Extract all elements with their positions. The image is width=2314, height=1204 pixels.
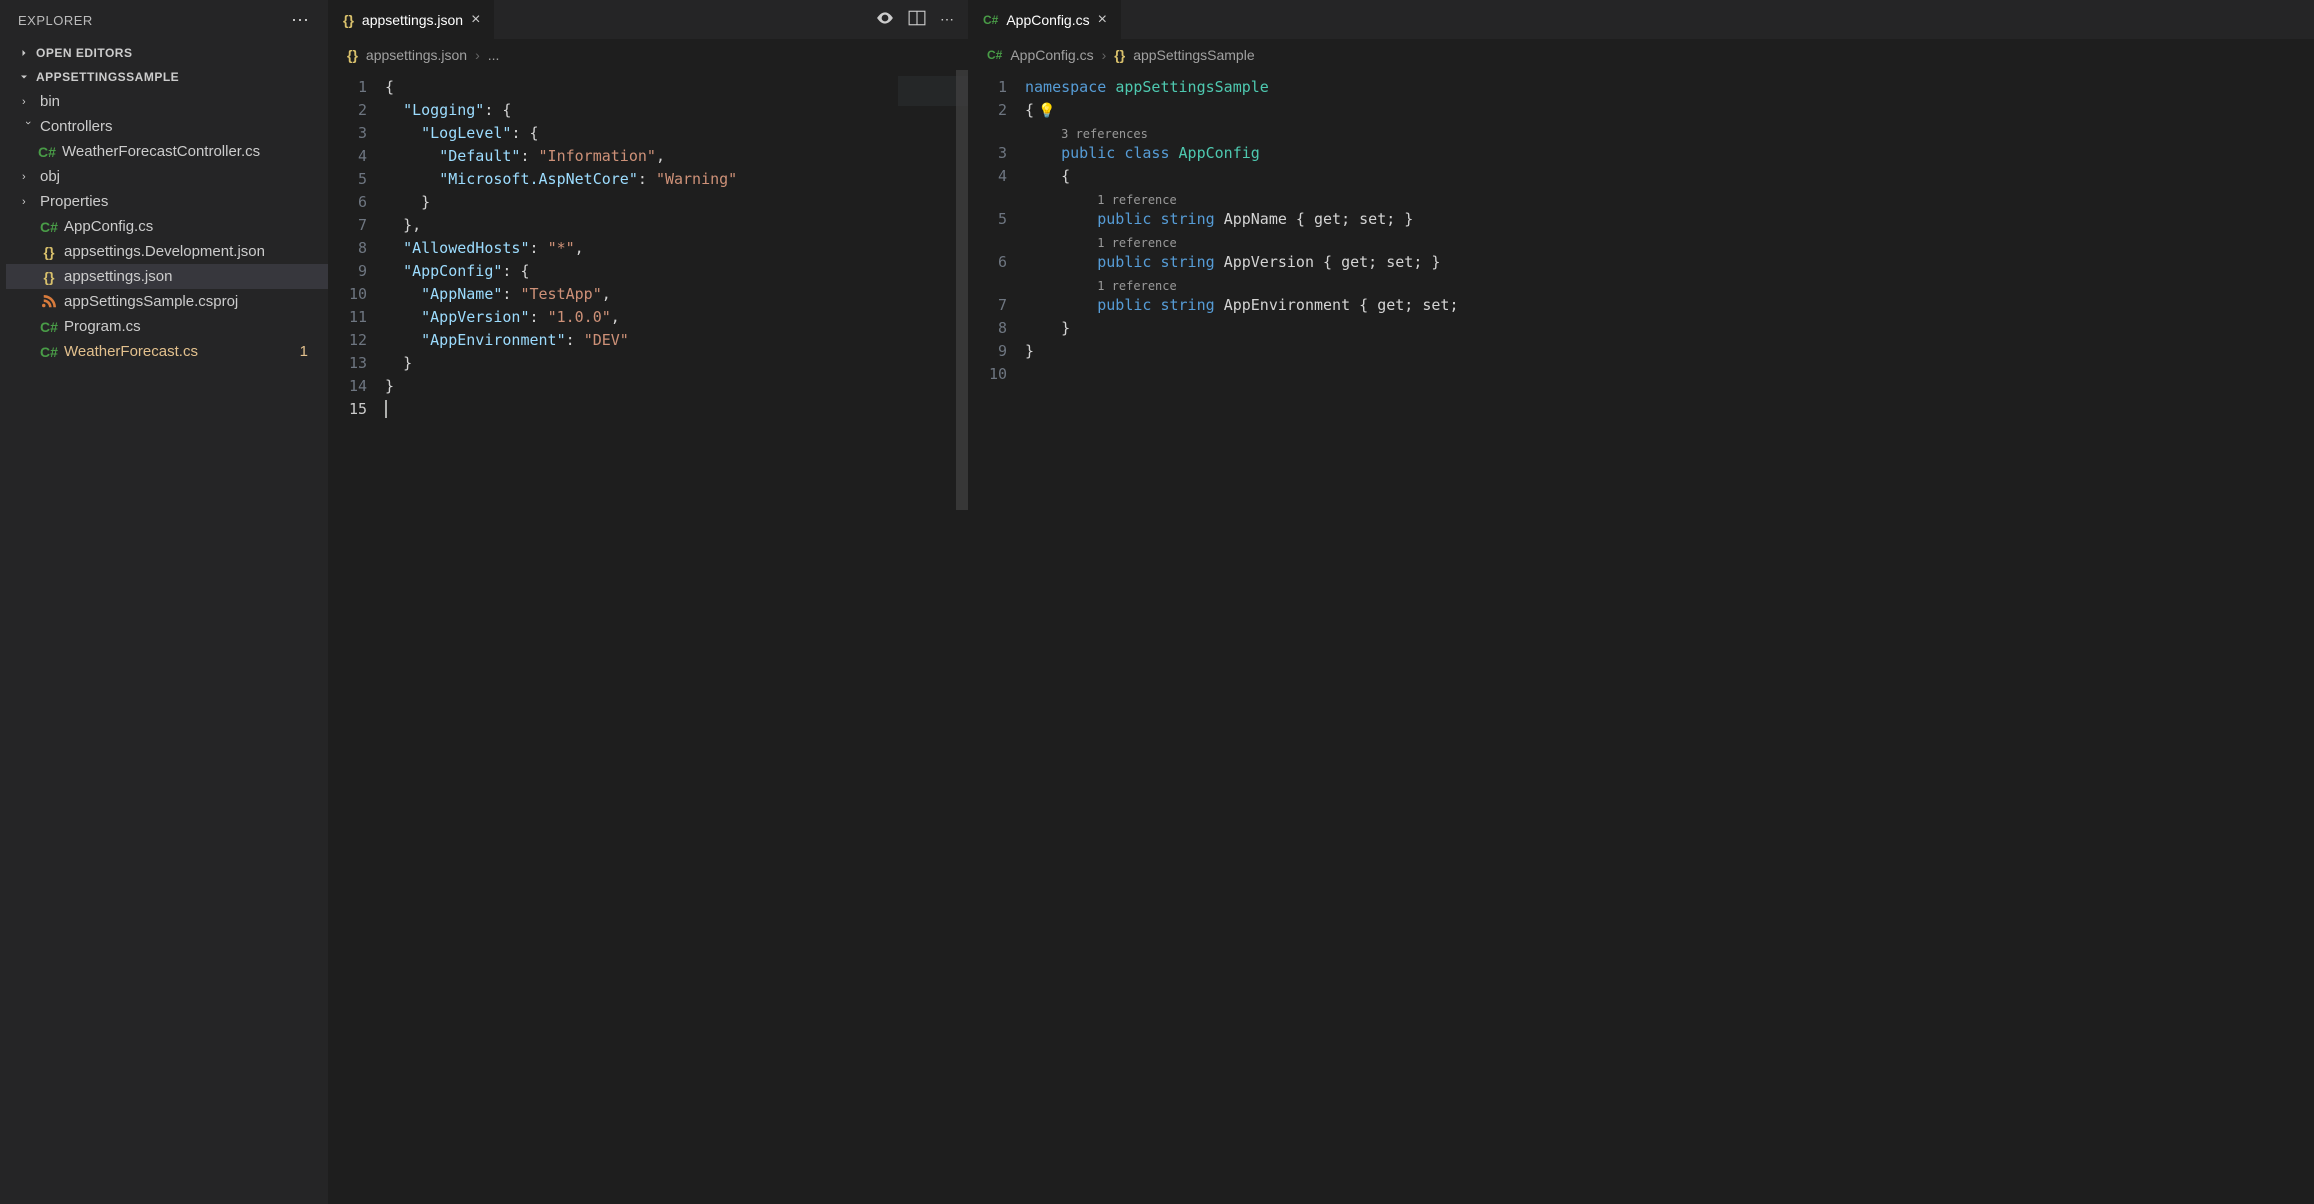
code-content-right[interactable]: namespace appSettingsSample{💡 3 referenc… bbox=[1025, 70, 2314, 1204]
csharp-icon: C# bbox=[40, 344, 58, 360]
file-appsettings-json[interactable]: {} appsettings.json bbox=[6, 264, 328, 289]
file-label: WeatherForecastController.cs bbox=[62, 143, 260, 160]
split-icon[interactable] bbox=[908, 9, 926, 30]
explorer-title: EXPLORER bbox=[18, 13, 93, 28]
open-editors-section[interactable]: OPEN EDITORS bbox=[0, 41, 328, 65]
file-program[interactable]: C# Program.cs bbox=[6, 314, 328, 339]
file-weather-forecast-controller[interactable]: C# WeatherForecastController.cs bbox=[6, 139, 328, 164]
file-weather-forecast[interactable]: C# WeatherForecast.cs 1 bbox=[6, 339, 328, 364]
folder-obj[interactable]: › obj bbox=[6, 164, 328, 189]
namespace-icon: {} bbox=[1114, 47, 1125, 63]
file-label: Program.cs bbox=[64, 318, 141, 335]
file-appconfig[interactable]: C# AppConfig.cs bbox=[6, 214, 328, 239]
folder-label: obj bbox=[40, 168, 60, 185]
tab-bar-left: {} appsettings.json × ⋯ bbox=[329, 0, 968, 40]
json-icon: {} bbox=[343, 12, 354, 28]
file-label: appsettings.Development.json bbox=[64, 243, 265, 260]
code-area-right[interactable]: 12345678910 namespace appSettingsSample{… bbox=[969, 70, 2314, 1204]
scrollbar-thumb[interactable] bbox=[956, 70, 968, 510]
project-section[interactable]: APPSETTINGSSAMPLE bbox=[0, 65, 328, 89]
file-appsettings-dev[interactable]: {} appsettings.Development.json bbox=[6, 239, 328, 264]
open-editors-label: OPEN EDITORS bbox=[36, 46, 132, 60]
code-content-left[interactable]: { "Logging": { "LogLevel": { "Default": … bbox=[385, 70, 968, 1204]
file-label: appSettingsSample.csproj bbox=[64, 293, 238, 310]
more-icon[interactable]: ⋯ bbox=[940, 11, 954, 28]
tab-label: AppConfig.cs bbox=[1006, 12, 1089, 28]
breadcrumb-more: ... bbox=[488, 47, 500, 63]
folder-label: Controllers bbox=[40, 118, 113, 135]
folder-label: Properties bbox=[40, 193, 108, 210]
folder-label: bin bbox=[40, 93, 60, 110]
file-tree: › bin › Controllers C# WeatherForecastCo… bbox=[0, 89, 328, 364]
editor-pane-right: C# AppConfig.cs × C# AppConfig.cs › {} a… bbox=[969, 0, 2314, 1204]
modified-badge: 1 bbox=[300, 343, 308, 360]
json-icon: {} bbox=[40, 269, 58, 285]
chevron-right-icon bbox=[18, 47, 30, 59]
tab-appconfig-cs[interactable]: C# AppConfig.cs × bbox=[969, 0, 1122, 39]
close-icon[interactable]: × bbox=[1098, 11, 1107, 29]
csharp-icon: C# bbox=[40, 319, 58, 335]
breadcrumb-left[interactable]: {} appsettings.json › ... bbox=[329, 40, 968, 70]
csharp-icon: C# bbox=[987, 48, 1002, 62]
breadcrumb-separator: › bbox=[1102, 47, 1107, 63]
explorer-header: EXPLORER ⋯ bbox=[0, 0, 328, 41]
project-label: APPSETTINGSSAMPLE bbox=[36, 70, 179, 84]
tab-label: appsettings.json bbox=[362, 12, 463, 28]
breadcrumb-separator: › bbox=[475, 47, 480, 63]
breadcrumb-namespace: appSettingsSample bbox=[1133, 47, 1254, 63]
file-csproj[interactable]: appSettingsSample.csproj bbox=[6, 289, 328, 314]
csharp-icon: C# bbox=[40, 219, 58, 235]
explorer-sidebar: EXPLORER ⋯ OPEN EDITORS APPSETTINGSSAMPL… bbox=[0, 0, 329, 1204]
file-label: AppConfig.cs bbox=[64, 218, 153, 235]
breadcrumb-right[interactable]: C# AppConfig.cs › {} appSettingsSample bbox=[969, 40, 2314, 70]
chevron-right-icon: › bbox=[22, 171, 34, 183]
folder-controllers[interactable]: › Controllers bbox=[6, 114, 328, 139]
json-icon: {} bbox=[40, 244, 58, 260]
editor-area: {} appsettings.json × ⋯ {} appsettings.j… bbox=[329, 0, 2314, 1204]
gutter-right: 12345678910 bbox=[969, 70, 1025, 1204]
csharp-icon: C# bbox=[983, 13, 998, 27]
chevron-down-icon bbox=[18, 71, 30, 83]
chevron-right-icon: › bbox=[22, 96, 34, 108]
breadcrumb-file: appsettings.json bbox=[366, 47, 467, 63]
folder-properties[interactable]: › Properties bbox=[6, 189, 328, 214]
preview-icon[interactable] bbox=[876, 9, 894, 30]
csharp-icon: C# bbox=[38, 144, 56, 160]
explorer-more-icon[interactable]: ⋯ bbox=[291, 10, 310, 31]
file-label: WeatherForecast.cs bbox=[64, 343, 198, 360]
close-icon[interactable]: × bbox=[471, 11, 480, 29]
editor-pane-left: {} appsettings.json × ⋯ {} appsettings.j… bbox=[329, 0, 969, 1204]
folder-bin[interactable]: › bin bbox=[6, 89, 328, 114]
tab-bar-right: C# AppConfig.cs × bbox=[969, 0, 2314, 40]
tab-actions-left: ⋯ bbox=[862, 0, 968, 39]
csproj-icon bbox=[40, 295, 58, 309]
file-label: appsettings.json bbox=[64, 268, 172, 285]
chevron-right-icon: › bbox=[22, 196, 34, 208]
gutter-left: 1 2 3 4 5 6 7 8 9 10 11 12 13 14 15 bbox=[329, 70, 385, 1204]
code-area-left[interactable]: 1 2 3 4 5 6 7 8 9 10 11 12 13 14 15 { "L… bbox=[329, 70, 968, 1204]
json-icon: {} bbox=[347, 47, 358, 63]
chevron-down-icon: › bbox=[22, 121, 34, 133]
scrollbar[interactable] bbox=[956, 70, 968, 1204]
tab-appsettings-json[interactable]: {} appsettings.json × bbox=[329, 0, 495, 39]
breadcrumb-file: AppConfig.cs bbox=[1010, 47, 1093, 63]
